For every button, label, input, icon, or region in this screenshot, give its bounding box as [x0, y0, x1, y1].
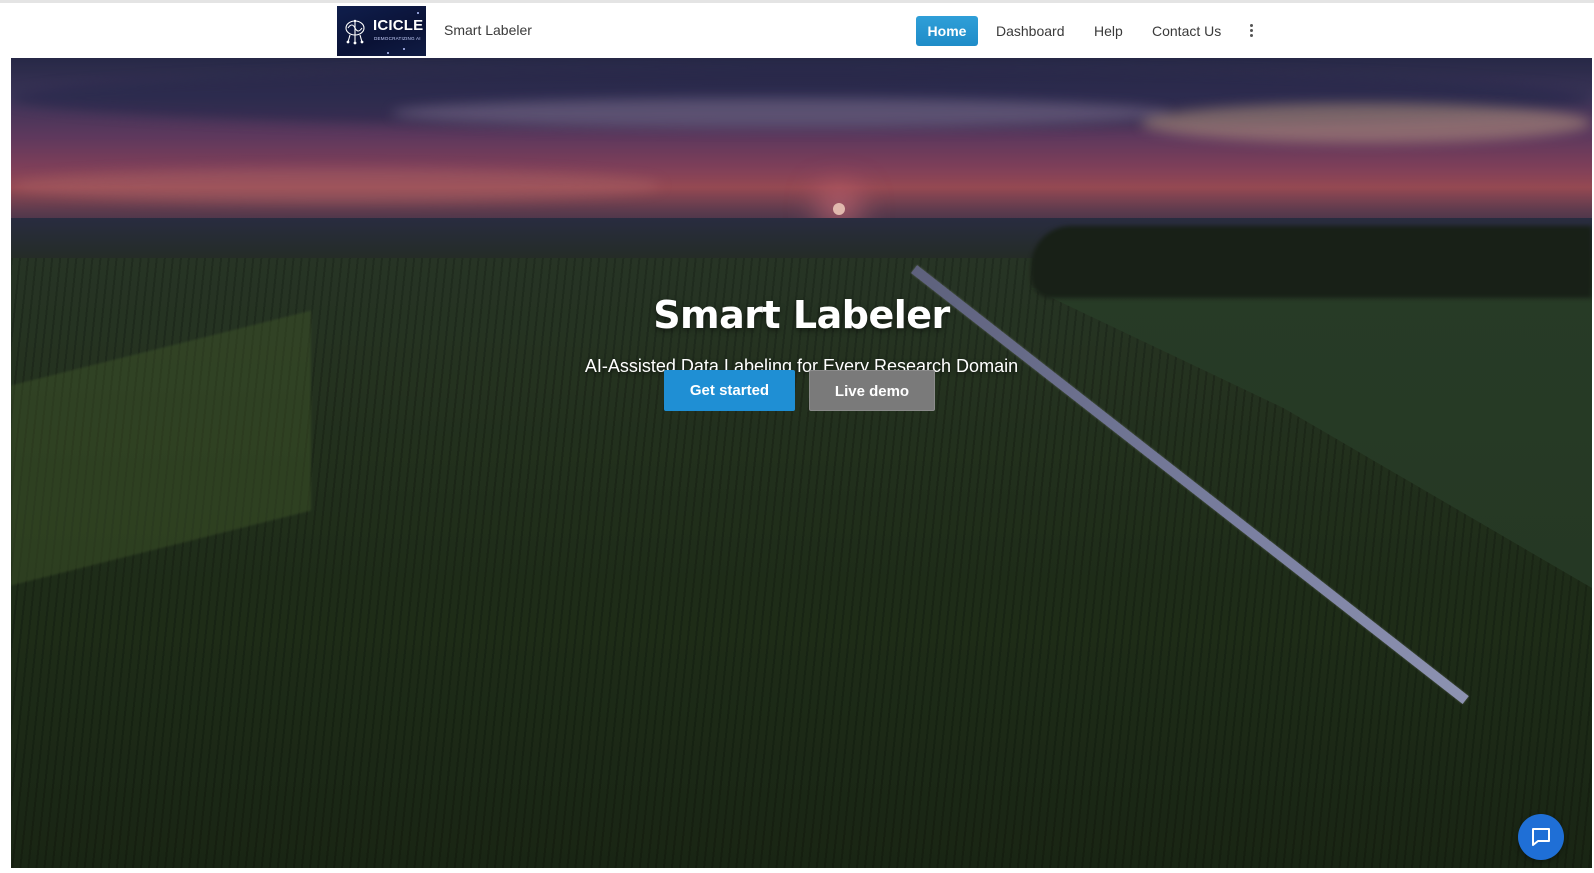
icicle-logo[interactable]: ICICLE DEMOCRATIZING AI: [337, 6, 426, 56]
hero-overlay: [11, 58, 1592, 868]
navbar: ICICLE DEMOCRATIZING AI Smart Labeler Ho…: [0, 3, 1594, 58]
chat-widget-button[interactable]: [1518, 814, 1564, 860]
logo-star-dot: [417, 12, 419, 14]
ellipsis-dot: [1249, 29, 1253, 32]
nav-contact-us[interactable]: Contact Us: [1143, 16, 1230, 46]
ellipsis-dot: [1249, 24, 1253, 27]
logo-star-dot: [403, 48, 405, 50]
brand-name[interactable]: Smart Labeler: [444, 22, 532, 38]
nav-home[interactable]: Home: [916, 16, 978, 46]
page: ICICLE DEMOCRATIZING AI Smart Labeler Ho…: [0, 0, 1594, 873]
hero-section: Smart Labeler AI-Assisted Data Labeling …: [11, 58, 1592, 868]
logo-tagline: DEMOCRATIZING AI: [374, 36, 421, 41]
nav-help[interactable]: Help: [1085, 16, 1132, 46]
logo-star-dot: [387, 52, 389, 54]
hero-title: Smart Labeler: [653, 293, 950, 337]
logo-title: ICICLE: [373, 17, 424, 34]
get-started-button[interactable]: Get started: [664, 370, 795, 411]
chat-bubble-icon: [1532, 828, 1550, 846]
brain-network-icon: [345, 19, 365, 45]
nav-dashboard[interactable]: Dashboard: [987, 16, 1074, 46]
hero-subtitle: AI-Assisted Data Labeling for Every Rese…: [584, 356, 1019, 376]
vertical-ellipsis-icon[interactable]: [1245, 22, 1257, 42]
live-demo-button[interactable]: Live demo: [809, 370, 935, 411]
ellipsis-dot: [1249, 34, 1253, 37]
